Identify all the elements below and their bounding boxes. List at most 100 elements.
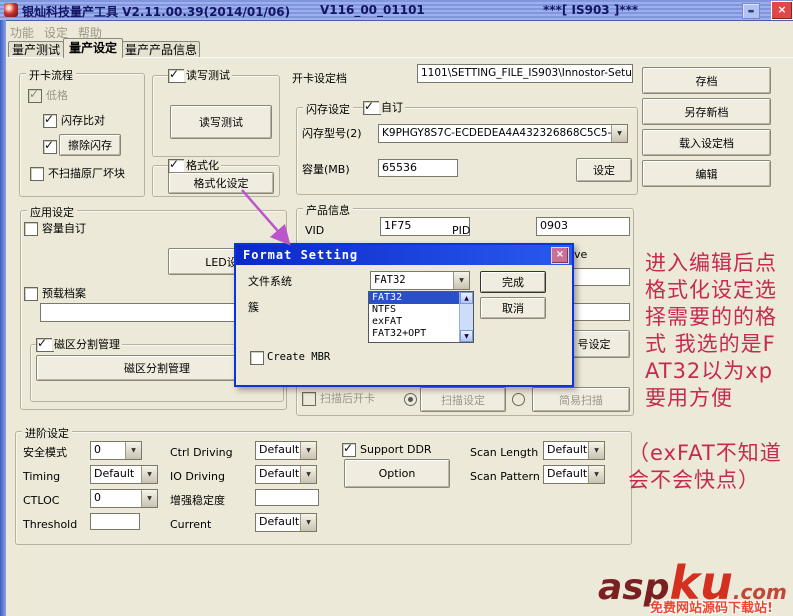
current-label: Current <box>170 518 212 531</box>
cluster-label: 簇 <box>248 301 259 314</box>
scan-pattern-label: Scan Pattern <box>470 470 540 483</box>
setting-file-field[interactable]: 1101\SETTING_FILE_IS903\Innostor-Setup.i… <box>417 64 633 83</box>
app-icon <box>4 3 18 17</box>
preload-checkbox[interactable] <box>24 287 38 301</box>
dialog-close-button[interactable]: × <box>551 247 569 264</box>
capacity-label: 容量(MB) <box>302 163 350 176</box>
scan-pattern-select[interactable]: Default ▼ <box>543 465 605 484</box>
filesystem-select[interactable]: FAT32 ▼ <box>370 271 470 290</box>
scan-setting-radio[interactable] <box>404 393 417 406</box>
load-setting-button[interactable]: 载入设定档 <box>642 129 771 156</box>
capacity-custom-checkbox[interactable] <box>24 222 38 236</box>
chevron-down-icon[interactable]: ▼ <box>141 490 157 507</box>
tab-production-setting[interactable]: 量产设定 <box>63 38 123 58</box>
scan-length-value: Default <box>547 443 588 456</box>
pid-label: PID <box>452 224 471 237</box>
format-label: 格式化 <box>184 159 221 172</box>
save-button[interactable]: 存档 <box>642 67 771 94</box>
ctloc-value: 0 <box>94 491 101 504</box>
close-button[interactable]: × <box>771 1 793 20</box>
check-icon: ✓ <box>37 336 48 350</box>
safe-mode-value: 0 <box>94 443 101 456</box>
current-select[interactable]: Default ▼ <box>255 513 317 532</box>
hidden-field-1[interactable] <box>572 268 630 286</box>
timing-value: Default <box>94 467 135 480</box>
stability-field[interactable] <box>255 489 319 506</box>
session-tag: ***[ IS903 ]*** <box>543 3 639 17</box>
list-item-fat32[interactable]: FAT32 <box>369 292 460 304</box>
chevron-down-icon[interactable]: ▼ <box>125 442 141 459</box>
filesystem-value: FAT32 <box>374 274 406 286</box>
io-driving-label: IO Driving <box>170 470 225 483</box>
list-scrollbar[interactable]: ▲ ▼ <box>459 292 473 342</box>
edit-button[interactable]: 编辑 <box>642 160 771 187</box>
chevron-down-icon[interactable]: ▼ <box>588 442 604 459</box>
setting-file-label: 开卡设定档 <box>292 72 347 85</box>
flash-compare-checkbox[interactable]: ✓ <box>43 112 57 128</box>
menu-function[interactable]: 功能 <box>10 24 34 41</box>
radio-dot <box>408 397 413 402</box>
timing-select[interactable]: Default ▼ <box>90 465 158 484</box>
watermark-tagline: 免费网站源码下载站! <box>650 601 773 616</box>
flash-model-value: K9PHGY8S7C-ECDEDEA4A432326868C5C5-8 <box>382 127 611 139</box>
scan-after-label: 扫描后开卡 <box>320 392 375 405</box>
scroll-down-icon[interactable]: ▼ <box>460 330 473 342</box>
chevron-down-icon[interactable]: ▼ <box>300 442 316 459</box>
capacity-field[interactable]: 65536 <box>378 159 458 177</box>
no-scan-bad-checkbox[interactable] <box>30 167 44 181</box>
ctrl-driving-select[interactable]: Default ▼ <box>255 441 317 460</box>
io-driving-select[interactable]: Default ▼ <box>255 465 317 484</box>
easy-scan-button[interactable]: 简易扫描 <box>532 387 630 412</box>
safe-mode-select[interactable]: 0 ▼ <box>90 441 142 460</box>
app-window: 银灿科技量产工具 V2.11.00.39(2014/01/06) V116_00… <box>0 0 793 616</box>
list-item-fat32opt[interactable]: FAT32+OPT <box>369 328 460 340</box>
list-item-ntfs[interactable]: NTFS <box>369 304 460 316</box>
create-mbr-label: Create MBR <box>267 351 331 363</box>
chevron-down-icon[interactable]: ▼ <box>611 125 627 142</box>
flash-model-select[interactable]: K9PHGY8S7C-ECDEDEA4A432326868C5C5-8 ▼ <box>378 124 628 143</box>
ctloc-select[interactable]: 0 ▼ <box>90 489 158 508</box>
list-item-exfat[interactable]: exFAT <box>369 316 460 328</box>
threshold-field[interactable] <box>90 513 140 530</box>
preload-label: 预载档案 <box>42 287 86 300</box>
scan-setting-button[interactable]: 扫描设定 <box>420 387 506 412</box>
ctrl-driving-label: Ctrl Driving <box>170 446 233 459</box>
ctrl-driving-value: Default <box>259 443 300 456</box>
hidden-field-2[interactable] <box>572 303 630 321</box>
cancel-button[interactable]: 取消 <box>480 297 546 319</box>
check-icon: ✓ <box>364 99 375 113</box>
chevron-down-icon[interactable]: ▼ <box>588 466 604 483</box>
close-icon: × <box>555 249 565 260</box>
app-setting-title: 应用设定 <box>27 204 77 220</box>
chevron-down-icon[interactable]: ▼ <box>141 466 157 483</box>
stability-label: 增强稳定度 <box>170 494 225 507</box>
vid-label: VID <box>305 224 325 237</box>
rw-test-button[interactable]: 读写测试 <box>170 105 272 139</box>
tab-baseline <box>6 57 793 58</box>
erase-flash-button[interactable]: 擦除闪存 <box>59 134 121 156</box>
format-setting-dialog: Format Setting × 文件系统 FAT32 ▼ FAT32 NTFS… <box>234 243 574 387</box>
create-mbr-checkbox[interactable] <box>250 351 264 365</box>
ctloc-label: CTLOC <box>23 494 60 507</box>
chevron-down-icon[interactable]: ▼ <box>300 466 316 483</box>
easy-scan-radio[interactable] <box>512 393 525 406</box>
tab-product-info[interactable]: 量产产品信息 <box>122 41 200 58</box>
scan-length-label: Scan Length <box>470 446 539 459</box>
save-as-button[interactable]: 另存新档 <box>642 98 771 125</box>
erase-flash-checkbox[interactable]: ✓ <box>43 138 57 154</box>
scan-after-checkbox[interactable] <box>302 392 316 406</box>
filesystem-label: 文件系统 <box>248 275 292 288</box>
minimize-button[interactable]: ▬ <box>742 3 760 19</box>
support-ddr-checkbox[interactable]: ✓ <box>342 441 356 457</box>
tab-production-test[interactable]: 量产测试 <box>8 41 64 58</box>
ok-button[interactable]: 完成 <box>480 271 546 293</box>
scroll-up-icon[interactable]: ▲ <box>460 292 473 304</box>
chevron-down-icon[interactable]: ▼ <box>300 514 316 531</box>
low-format-checkbox[interactable]: ✓ <box>28 87 42 103</box>
set-button[interactable]: 设定 <box>576 158 632 182</box>
option-button[interactable]: Option <box>344 459 450 488</box>
scan-length-select[interactable]: Default ▼ <box>543 441 605 460</box>
chevron-down-icon[interactable]: ▼ <box>453 272 469 289</box>
pid-field[interactable]: 0903 <box>536 217 630 236</box>
advanced-title: 进阶设定 <box>22 425 72 441</box>
